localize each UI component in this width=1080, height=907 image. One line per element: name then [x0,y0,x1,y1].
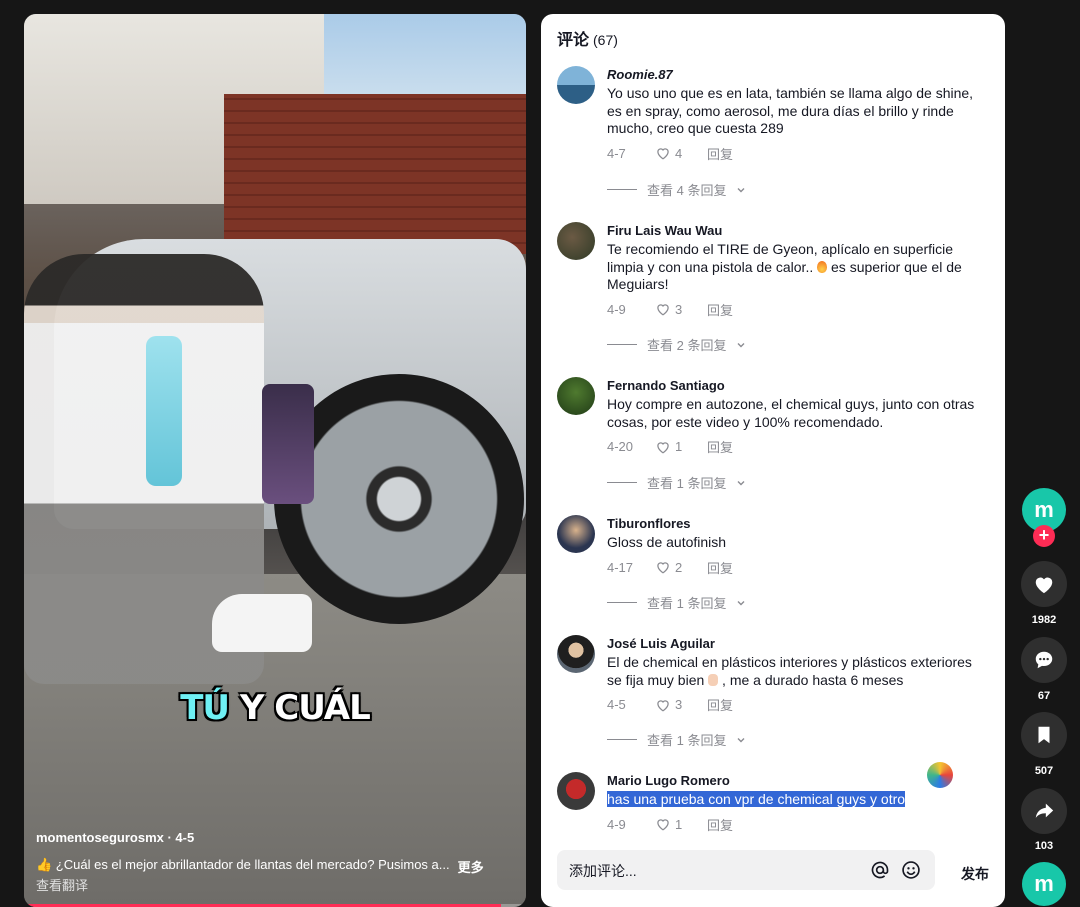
chevron-down-icon [737,342,745,347]
view-replies-button[interactable]: 查看 2 条回复 [607,335,746,354]
save-button[interactable] [1021,712,1067,758]
heart-icon [657,304,669,316]
view-replies-button[interactable]: 查看 1 条回复 [607,593,746,612]
comment-author[interactable]: Roomie.87 [607,66,987,83]
comment-date: 4-20 [607,439,634,454]
comment-icon [1035,651,1053,669]
heart-icon [657,699,669,711]
save-count: 507 [1034,765,1054,777]
comment-like-button[interactable]: 3 [655,302,707,317]
avatar[interactable] [557,772,595,810]
comment-reply-button[interactable]: 回复 [707,300,733,319]
fire-emoji-icon [817,260,828,273]
view-replies-button[interactable]: 查看 1 条回复 [607,473,746,492]
post-button[interactable]: 发布 [961,864,989,884]
action-rail: m + 1982 67 507 103 m [1020,0,1068,907]
emoji-icon[interactable] [901,860,921,880]
comments-count: (67) [593,32,618,48]
view-replies-button[interactable]: 查看 4 条回复 [607,180,746,199]
mention-at-icon[interactable] [870,860,890,880]
avatar[interactable] [557,222,595,260]
video-scene-brick-wall [224,94,526,254]
comment-date: 4-9 [607,301,626,317]
avatar[interactable] [557,515,595,553]
chevron-down-icon [737,600,745,605]
comment-date: 4-7 [607,145,626,161]
chevron-down-icon [737,480,745,485]
comment-button[interactable] [1021,637,1067,683]
comment-text: Hoy compre en autozone, el chemical guys… [607,396,975,430]
comment-text: has una prueba con vpr de chemical guys … [607,791,906,807]
comment-author[interactable]: Firu Lais Wau Wau [607,222,987,239]
video-scene-purple-bottle [262,384,314,504]
comment-like-button[interactable]: 4 [655,146,707,161]
chevron-down-icon [737,187,745,192]
comment-like-button[interactable]: 2 [655,560,707,575]
hand-emoji-icon [708,673,719,686]
comment-like-button[interactable]: 3 [655,697,707,712]
heart-icon [657,819,669,831]
video-scene-blue-bottle [146,336,182,486]
heart-icon [657,562,669,574]
follow-plus-icon[interactable]: + [1033,525,1055,547]
more-button[interactable]: 更多 [458,857,484,876]
comment-input-bar [557,850,935,892]
avatar[interactable] [557,635,595,673]
comment-reply-button[interactable]: 回复 [707,144,733,163]
music-disc-avatar[interactable]: m [1022,862,1066,906]
comment-author[interactable]: José Luis Aguilar [607,635,987,652]
comment-reply-button[interactable]: 回复 [707,815,733,834]
like-count: 1982 [1031,614,1057,626]
video-author[interactable]: momentosegurosmx · 4-5 [36,830,194,845]
chevron-down-icon [737,737,745,742]
video-description-text: 👍 ¿Cuál es el mejor abrillantador de lla… [36,857,450,872]
comment-like-button[interactable]: 1 [655,817,707,832]
comment-author[interactable]: Fernando Santiago [607,377,987,394]
comment-input[interactable] [567,850,851,892]
heart-icon [657,441,669,453]
share-arrow-icon [1035,803,1054,818]
comments-title: 评论 (67) [557,32,618,49]
view-replies-button[interactable]: 查看 1 条回复 [607,730,746,749]
avatar[interactable] [557,377,595,415]
comment-reply-button[interactable]: 回复 [707,695,733,714]
comment-text: Te recomiendo el TIRE de Gyeon, aplícalo… [607,241,962,292]
comment-date: 4-5 [607,697,626,712]
share-button[interactable] [1021,788,1067,834]
comment-text: El de chemical en plásticos interiores y… [607,654,972,688]
heart-icon [657,148,669,160]
avatar[interactable] [557,66,595,104]
video-player[interactable]: TÚ Y CUÁL momentosegurosmx · 4-5 👍 ¿Cuál… [24,14,526,907]
like-button[interactable] [1021,561,1067,607]
share-count: 103 [1034,840,1054,852]
comment-reply-button[interactable]: 回复 [707,558,733,577]
sticker-icon [927,762,953,788]
comment-count: 67 [1037,690,1051,702]
comment-author[interactable]: Tiburonflores [607,515,987,532]
comment-reply-button[interactable]: 回复 [707,437,733,456]
comment-text: Yo uso uno que es en lata, también se ll… [607,85,974,136]
translate-link[interactable]: 查看翻译 [36,875,88,894]
video-scene-shoe [212,594,312,652]
comments-panel: 评论 (67) Roomie.87 Yo uso uno que es en la… [541,14,1005,907]
comment-date: 4-9 [607,816,626,832]
heart-icon [1035,577,1053,594]
comment-date: 4-17 [607,559,634,575]
comment-like-button[interactable]: 1 [655,439,707,454]
comment-text: Gloss de autofinish [607,534,727,550]
bookmark-icon [1038,726,1050,744]
video-description: 👍 ¿Cuál es el mejor abrillantador de lla… [36,857,514,876]
video-caption-overlay: TÚ Y CUÁL [180,688,371,728]
